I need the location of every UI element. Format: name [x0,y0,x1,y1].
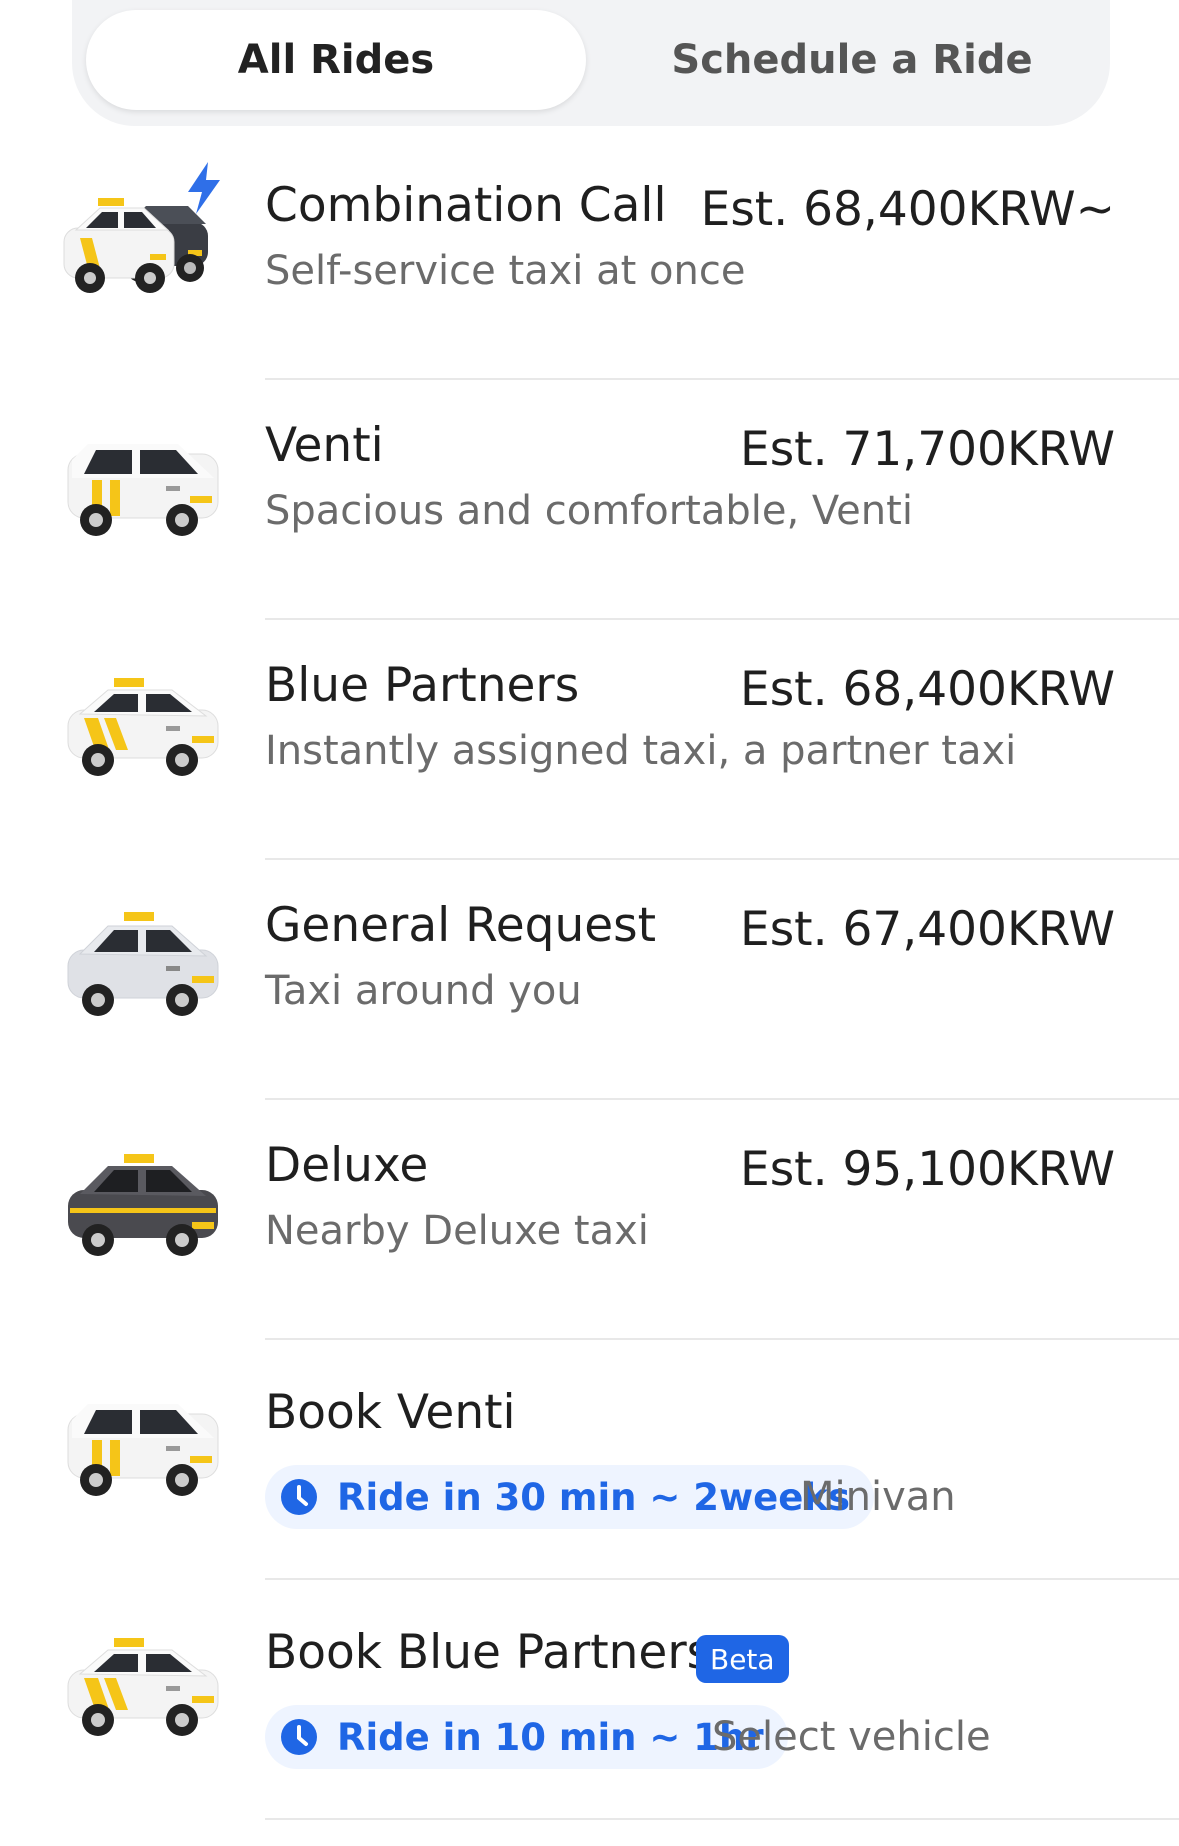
booking-time-label: Ride in 10 min ~ 1hr [337,1715,764,1759]
ride-option-venti[interactable]: Venti Spacious and comfortable, Venti Es… [0,380,1179,620]
booking-option-blue-partners[interactable]: Book Blue Partners Beta Ride in 10 min ~… [0,1580,1179,1820]
booking-note: Minivan [800,1474,956,1520]
booking-time-pill: Ride in 30 min ~ 2weeks [265,1465,874,1529]
ride-option-deluxe[interactable]: Deluxe Nearby Deluxe taxi Est. 95,100KRW [0,1100,1179,1340]
ride-price: Est. 68,400KRW [740,662,1115,717]
clock-icon [281,1719,317,1755]
ride-mode-tabs: All Rides Schedule a Ride [72,0,1110,126]
ride-subtitle: Nearby Deluxe taxi [265,1208,649,1254]
ride-title: Deluxe [265,1138,429,1193]
blue-partners-taxi-icon [67,678,219,776]
ride-price: Est. 71,700KRW [740,422,1115,477]
tab-all-rides[interactable]: All Rides [86,10,586,110]
general-taxi-icon [67,912,219,1016]
divider [265,1818,1179,1820]
booking-title: Book Venti [265,1385,516,1440]
ride-price: Est. 95,100KRW [740,1142,1115,1197]
ride-subtitle: Self-service taxi at once [265,248,746,294]
ride-option-blue-partners[interactable]: Blue Partners Instantly assigned taxi, a… [0,620,1179,860]
ride-price: Est. 68,400KRW~ [700,182,1115,237]
ride-option-combination-call[interactable]: Combination Call Self-service taxi at on… [0,140,1179,380]
venti-taxi-icon [67,1404,219,1496]
lightning-icon [188,162,220,214]
ride-subtitle: Taxi around you [265,968,582,1014]
booking-time-label: Ride in 30 min ~ 2weeks [337,1475,850,1519]
booking-time-pill: Ride in 10 min ~ 1hr [265,1705,788,1769]
ride-subtitle: Spacious and comfortable, Venti [265,488,913,534]
venti-taxi-icon [67,444,219,536]
ride-title: Combination Call [265,178,667,233]
blue-partners-taxi-icon [67,1638,219,1736]
ride-title: General Request [265,898,657,953]
ride-price: Est. 67,400KRW [740,902,1115,957]
clock-icon [281,1479,317,1515]
deluxe-taxi-icon [68,1154,218,1256]
tab-schedule-ride[interactable]: Schedule a Ride [612,10,1092,110]
booking-title: Book Blue Partners [265,1625,712,1680]
ride-option-general-request[interactable]: General Request Taxi around you Est. 67,… [0,860,1179,1100]
ride-title: Blue Partners [265,658,580,713]
ride-title: Venti [265,418,384,473]
beta-badge: Beta [696,1635,789,1683]
ride-subtitle: Instantly assigned taxi, a partner taxi [265,728,1017,774]
booking-option-venti[interactable]: Book Venti Ride in 30 min ~ 2weeks Miniv… [0,1340,1179,1580]
booking-note: Select vehicle [712,1714,991,1760]
